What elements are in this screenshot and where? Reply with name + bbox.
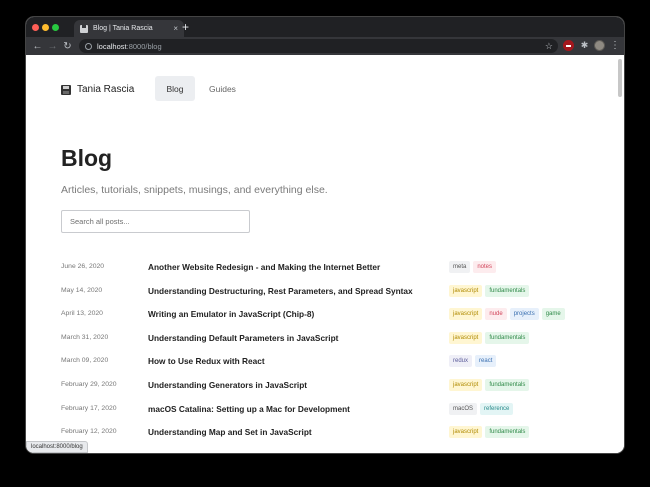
new-tab-button[interactable]: +: [182, 20, 189, 34]
tag-react[interactable]: react: [475, 355, 497, 368]
url-path: :8000/blog: [126, 41, 162, 51]
tag-nude[interactable]: nude: [485, 308, 507, 321]
close-window-button[interactable]: [32, 24, 39, 31]
search-input[interactable]: [61, 210, 250, 233]
post-title-link[interactable]: Writing an Emulator in JavaScript (Chip-…: [148, 302, 314, 326]
page-content: Tania Rascia Blog Guides Blog Articles, …: [26, 55, 624, 453]
extensions-puzzle-icon[interactable]: ✱: [579, 40, 590, 51]
post-tags: meta notes: [449, 261, 497, 273]
post-row: February 17, 2020 macOS Catalina: Setting…: [61, 397, 601, 421]
post-date: February 17, 2020: [61, 404, 117, 412]
post-tags: javascript nude projects game: [449, 308, 565, 321]
tag-javascript[interactable]: javascript: [449, 331, 483, 344]
floppy-disk-icon: [80, 24, 88, 33]
browser-tab[interactable]: Blog | Tania Rascia ×: [74, 20, 184, 37]
post-title-link[interactable]: How to Use Redux with React: [148, 349, 265, 373]
tag-javascript[interactable]: javascript: [449, 284, 483, 297]
browser-toolbar: ← → ↻ localhost:8000/blog ☆ ✱ ⋮: [26, 37, 624, 55]
tag-redux[interactable]: redux: [449, 355, 473, 368]
post-title-link[interactable]: Another Website Redesign - and Making th…: [148, 255, 380, 279]
browser-menu-icon[interactable]: ⋮: [610, 38, 620, 53]
post-date: March 31, 2020: [61, 333, 109, 341]
tag-reference[interactable]: reference: [480, 402, 514, 415]
forward-arrow-icon[interactable]: →: [45, 41, 60, 52]
post-tags: redux react: [449, 355, 497, 368]
post-row: June 26, 2020 Another Website Redesign - …: [61, 255, 601, 279]
back-arrow-icon[interactable]: ←: [30, 41, 45, 52]
post-title-link[interactable]: Understanding Map and Set in JavaScript: [148, 420, 312, 444]
reload-icon[interactable]: ↻: [60, 41, 75, 52]
post-row: April 13, 2020 Writing an Emulator in Jav…: [61, 302, 601, 326]
post-tags: macOS reference: [449, 402, 514, 415]
tag-fundamentals[interactable]: fundamentals: [485, 331, 530, 344]
post-tags: javascript fundamentals: [449, 284, 530, 297]
browser-window: Blog | Tania Rascia × + ← → ↻ localhost:…: [26, 17, 624, 453]
bookmark-star-icon[interactable]: ☆: [545, 39, 553, 53]
tag-game[interactable]: game: [541, 308, 565, 321]
brand-name: Tania Rascia: [77, 84, 135, 95]
site-brand[interactable]: Tania Rascia: [61, 84, 134, 95]
scrollbar[interactable]: [618, 59, 622, 97]
post-tags: javascript fundamentals: [449, 378, 530, 391]
tag-fundamentals[interactable]: fundamentals: [485, 284, 530, 297]
post-row: February 12, 2020 Understanding Map and S…: [61, 420, 601, 444]
tag-javascript[interactable]: javascript: [449, 378, 483, 391]
nav-link-guides[interactable]: Guides: [209, 76, 236, 101]
post-title-link[interactable]: macOS Catalina: Setting up a Mac for Dev…: [148, 397, 350, 421]
tag-fundamentals[interactable]: fundamentals: [485, 378, 530, 391]
post-list: June 26, 2020 Another Website Redesign - …: [61, 255, 601, 444]
site-info-icon[interactable]: [85, 42, 92, 50]
tab-title: Blog | Tania Rascia: [93, 25, 153, 32]
post-row: March 31, 2020 Understanding Default Para…: [61, 326, 601, 350]
tag-projects[interactable]: projects: [509, 308, 539, 321]
tab-strip: Blog | Tania Rascia × +: [26, 17, 624, 37]
page-title: Blog: [61, 145, 113, 171]
url-host: localhost: [97, 41, 127, 51]
address-bar[interactable]: localhost:8000/blog ☆: [79, 39, 558, 53]
post-date: April 13, 2020: [61, 310, 103, 318]
page-subtitle: Articles, tutorials, snippets, musings, …: [61, 184, 328, 196]
ublock-extension-icon[interactable]: [563, 40, 574, 51]
tag-javascript[interactable]: javascript: [449, 308, 483, 321]
post-row: March 09, 2020 How to Use Redux with Reac…: [61, 349, 601, 373]
nav-link-blog[interactable]: Blog: [155, 76, 195, 101]
post-row: May 14, 2020 Understanding Destructuring,…: [61, 279, 601, 303]
post-date: June 26, 2020: [61, 263, 105, 270]
post-date: May 14, 2020: [61, 286, 103, 294]
close-tab-icon[interactable]: ×: [173, 24, 178, 33]
post-title-link[interactable]: Understanding Destructuring, Rest Parame…: [148, 279, 413, 303]
post-title-link[interactable]: Understanding Generators in JavaScript: [148, 373, 307, 397]
post-tags: javascript fundamentals: [449, 426, 530, 439]
post-title-link[interactable]: Understanding Default Parameters in Java…: [148, 326, 338, 350]
tag-macos[interactable]: macOS: [449, 402, 478, 415]
floppy-disk-icon: [61, 84, 71, 95]
tag-javascript[interactable]: javascript: [449, 426, 483, 439]
tag-fundamentals[interactable]: fundamentals: [485, 426, 530, 439]
post-date: February 29, 2020: [61, 380, 117, 388]
post-tags: javascript fundamentals: [449, 331, 530, 344]
profile-avatar[interactable]: [594, 40, 605, 51]
minimize-window-button[interactable]: [42, 24, 49, 31]
post-row: February 29, 2020 Understanding Generator…: [61, 373, 601, 397]
tag-meta[interactable]: meta: [449, 261, 471, 273]
maximize-window-button[interactable]: [52, 24, 59, 31]
post-date: March 09, 2020: [61, 357, 109, 365]
tag-notes[interactable]: notes: [473, 261, 497, 273]
status-bar-url: localhost:8000/blog: [26, 441, 88, 453]
